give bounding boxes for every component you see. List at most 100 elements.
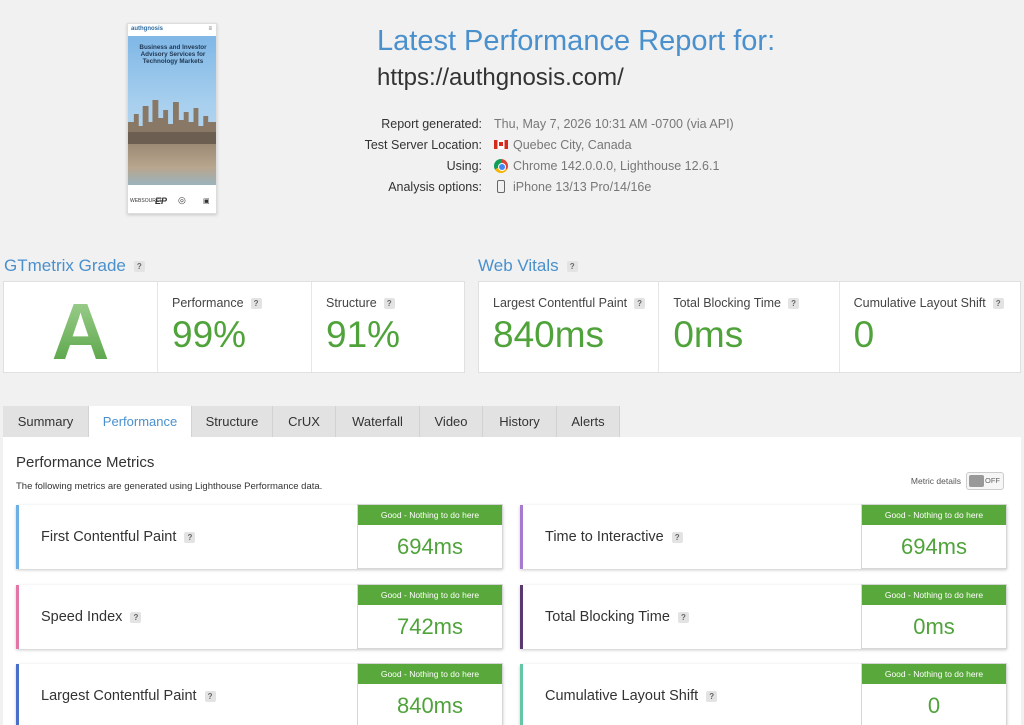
tab-waterfall[interactable]: Waterfall	[336, 406, 420, 437]
vital-value: 0	[853, 314, 875, 355]
metric-details-control: Metric details OFF	[911, 472, 1004, 490]
metric-name-text: First Contentful Paint	[41, 529, 177, 545]
tab-history[interactable]: History	[483, 406, 557, 437]
performance-label-text: Performance	[172, 296, 244, 310]
meta-value: iPhone 13/13 Pro/14/16e	[494, 180, 651, 194]
metric-card-lcp: Largest Contentful Paint? Good - Nothing…	[16, 663, 503, 725]
tab-structure[interactable]: Structure	[192, 406, 273, 437]
phone-icon	[497, 180, 505, 193]
tab-performance[interactable]: Performance	[89, 406, 192, 437]
vital-value: 0ms	[673, 314, 744, 355]
structure-label-text: Structure	[326, 296, 377, 310]
vital-tbt-cell: Total Blocking Time? 0ms	[659, 282, 840, 372]
meta-label: Test Server Location:	[364, 137, 482, 152]
meta-row-generated: Report generated: Thu, May 7, 2026 10:31…	[340, 113, 800, 134]
metric-name-text: Speed Index	[41, 609, 123, 625]
vital-lcp-cell: Largest Contentful Paint? 840ms	[479, 282, 660, 372]
metric-card-cls: Cumulative Layout Shift? Good - Nothing …	[520, 663, 1007, 725]
metric-value: 0ms	[913, 614, 955, 639]
meta-row-options: Analysis options: iPhone 13/13 Pro/14/16…	[340, 176, 800, 197]
meta-value: Quebec City, Canada	[494, 138, 632, 152]
vitals-panel: Largest Contentful Paint? 840ms Total Bl…	[478, 281, 1021, 373]
thumbnail-menu-icon: ≡	[208, 26, 212, 32]
metric-value: 840ms	[396, 693, 464, 718]
status-badge: Good - Nothing to do here	[358, 505, 502, 525]
meta-value-text: iPhone 13/13 Pro/14/16e	[513, 179, 652, 194]
meta-label: Report generated:	[381, 116, 482, 131]
metric-card-tti: Time to Interactive? Good - Nothing to d…	[520, 504, 1007, 569]
help-icon[interactable]: ?	[184, 531, 196, 543]
metric-result: Good - Nothing to do here 694ms	[861, 504, 1007, 569]
metric-name-text: Total Blocking Time	[545, 609, 670, 625]
thumbnail-logo-4: ▣	[203, 198, 210, 205]
metric-card-si: Speed Index? Good - Nothing to do here 74…	[16, 584, 503, 649]
vital-label: Total Blocking Time?	[673, 296, 800, 310]
metric-card-tbt: Total Blocking Time? Good - Nothing to d…	[520, 584, 1007, 649]
vitals-section-title: Web Vitals ?	[478, 256, 578, 276]
metric-result: Good - Nothing to do here 742ms	[357, 584, 503, 649]
performance-metrics-subtitle: The following metrics are generated usin…	[16, 481, 323, 492]
grade-title-text: GTmetrix Grade	[4, 256, 126, 275]
meta-value-text: Thu, May 7, 2026 10:31 AM -0700 (via API…	[494, 116, 734, 131]
metric-value: 694ms	[396, 534, 464, 559]
help-icon[interactable]: ?	[671, 531, 683, 543]
tab-video[interactable]: Video	[420, 406, 483, 437]
tab-crux[interactable]: CrUX	[273, 406, 336, 437]
status-badge: Good - Nothing to do here	[358, 664, 502, 684]
help-icon[interactable]: ?	[992, 297, 1004, 309]
structure-score: 91%	[326, 314, 401, 355]
vitals-title-text: Web Vitals	[478, 256, 559, 275]
grade-panel: A Performance? 99% Structure? 91%	[3, 281, 465, 376]
meta-row-using: Using: Chrome 142.0.0.0, Lighthouse 12.6…	[340, 155, 800, 176]
metric-details-toggle[interactable]: OFF	[966, 472, 1004, 490]
grade-letter-cell: A	[4, 282, 158, 376]
help-icon[interactable]: ?	[788, 297, 800, 309]
vital-cls-cell: Cumulative Layout Shift? 0	[840, 282, 1020, 372]
thumbnail-skyline	[128, 100, 216, 144]
metric-name-text: Time to Interactive	[545, 529, 664, 545]
metric-name-text: Cumulative Layout Shift	[545, 688, 699, 704]
thumbnail-logo-3: ◎	[178, 195, 186, 205]
vital-label-text: Largest Contentful Paint	[493, 296, 628, 310]
toggle-knob	[969, 475, 984, 487]
metric-card-fcp: First Contentful Paint? Good - Nothing t…	[16, 504, 503, 569]
vital-label: Largest Contentful Paint?	[493, 296, 646, 310]
metric-name-text: Largest Contentful Paint	[41, 688, 197, 704]
status-badge: Good - Nothing to do here	[862, 505, 1006, 525]
metric-details-label: Metric details	[910, 476, 961, 486]
grade-section-title: GTmetrix Grade ?	[4, 256, 145, 276]
thumbnail-logo-2: EP	[155, 196, 168, 206]
status-badge: Good - Nothing to do here	[358, 585, 502, 605]
performance-label: Performance?	[172, 296, 262, 310]
metric-name: Largest Contentful Paint?	[41, 688, 216, 704]
report-tabs: Summary Performance Structure CrUX Water…	[3, 406, 620, 437]
metric-result: Good - Nothing to do here 694ms	[357, 504, 503, 569]
tab-alerts[interactable]: Alerts	[557, 406, 620, 437]
canada-flag-icon	[494, 140, 508, 149]
help-icon[interactable]: ?	[133, 260, 145, 272]
help-icon[interactable]: ?	[677, 611, 689, 623]
help-icon[interactable]: ?	[130, 611, 142, 623]
structure-label: Structure?	[326, 296, 395, 310]
vital-value: 840ms	[493, 314, 605, 355]
help-icon[interactable]: ?	[204, 690, 216, 702]
metric-value: 0	[927, 693, 941, 718]
page-screenshot-thumbnail[interactable]: authgnosis ≡ Business and Investor Advis…	[127, 23, 217, 214]
structure-score-cell: Structure? 91%	[312, 282, 464, 372]
thumbnail-footer: WEBSOURCE EP ◎ ▣	[128, 185, 216, 213]
thumbnail-headline: Business and Investor Advisory Services …	[139, 44, 207, 65]
vital-label-text: Cumulative Layout Shift	[853, 296, 986, 310]
report-url[interactable]: https://authgnosis.com/	[377, 64, 624, 92]
report-meta: Report generated: Thu, May 7, 2026 10:31…	[340, 113, 800, 197]
tab-summary[interactable]: Summary	[3, 406, 89, 437]
help-icon[interactable]: ?	[383, 297, 395, 309]
metric-name: Cumulative Layout Shift?	[545, 688, 718, 704]
help-icon[interactable]: ?	[706, 690, 718, 702]
help-icon[interactable]: ?	[250, 297, 262, 309]
vital-label: Cumulative Layout Shift?	[854, 296, 1004, 310]
metric-value: 742ms	[396, 614, 464, 639]
help-icon[interactable]: ?	[634, 297, 646, 309]
grade-letter: A	[4, 286, 157, 378]
report-title: Latest Performance Report for:	[377, 25, 776, 57]
help-icon[interactable]: ?	[566, 260, 578, 272]
